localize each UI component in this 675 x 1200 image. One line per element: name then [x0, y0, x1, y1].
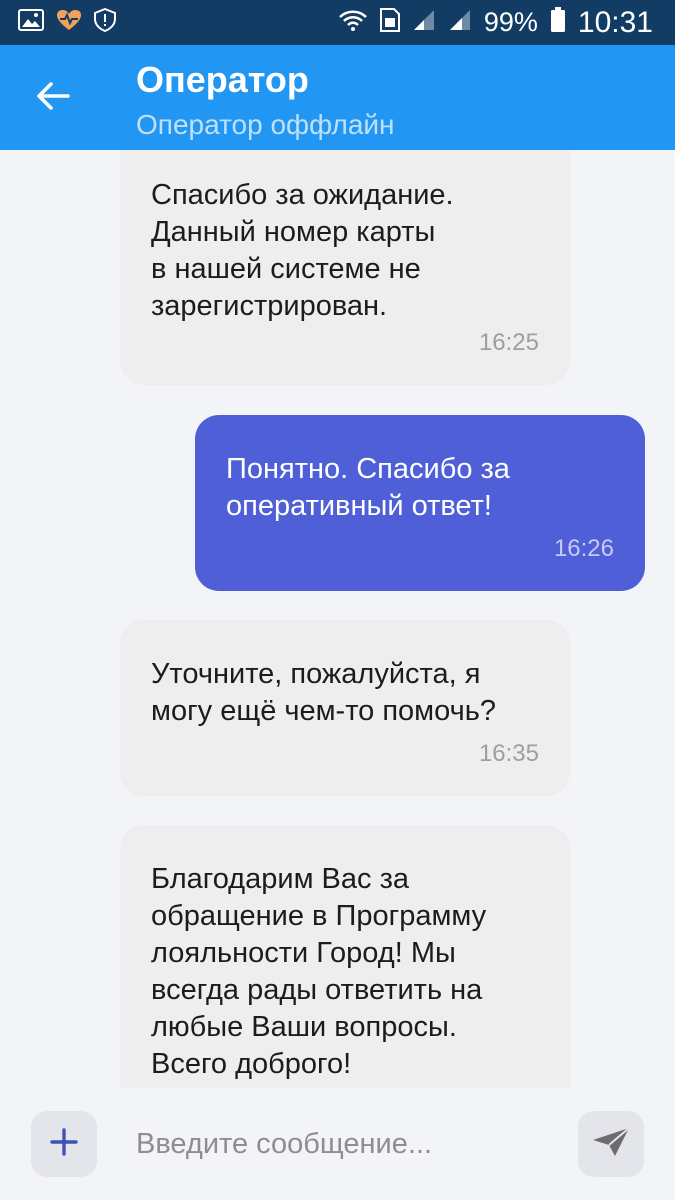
plus-icon: [50, 1127, 78, 1161]
composer-bar: [0, 1088, 675, 1200]
app-bar: Оператор Оператор оффлайн: [0, 45, 675, 150]
arrow-left-icon: [36, 81, 70, 116]
message-bubble-incoming: Благодарим Вас за обращение в Программу …: [120, 825, 570, 1088]
message-text: Уточните, пожалуйста, я могу ещё чем-то …: [151, 658, 496, 727]
sim-icon: [379, 8, 400, 37]
message-bubble-outgoing: Понятно. Спасибо за оперативный ответ! 1…: [195, 415, 645, 591]
chat-status: Оператор оффлайн: [136, 109, 395, 140]
message-bubble-incoming: Уточните, пожалуйста, я могу ещё чем-то …: [120, 620, 570, 796]
shield-icon: [94, 7, 116, 37]
signal-icon: [448, 8, 472, 37]
attach-button[interactable]: [31, 1111, 97, 1177]
message-bubble-incoming: Спасибо за ожидание. Данный номер карты …: [120, 150, 570, 385]
send-icon: [591, 1126, 631, 1163]
message-input[interactable]: [136, 1119, 556, 1169]
battery-icon: [550, 7, 566, 38]
message-text: Благодарим Вас за обращение в Программу …: [151, 863, 487, 1080]
signal-icon: [412, 8, 436, 37]
message-text: Понятно. Спасибо за оперативный ответ!: [226, 453, 510, 522]
message-text: Спасибо за ожидание. Данный номер карты …: [151, 179, 454, 322]
wifi-icon: [338, 8, 368, 37]
battery-percent: 99%: [483, 7, 538, 37]
back-button[interactable]: [28, 73, 78, 123]
message-time: 16:25: [478, 329, 539, 356]
status-bar: 99% 10:31: [0, 0, 675, 45]
clock: 10:31: [577, 5, 653, 39]
message-time: 16:35: [478, 740, 539, 767]
image-icon: [18, 9, 44, 36]
send-button[interactable]: [578, 1111, 644, 1177]
message-list[interactable]: Спасибо за ожидание. Данный номер карты …: [0, 150, 675, 1088]
heartbeat-icon: [56, 9, 82, 36]
chat-title: Оператор: [136, 59, 309, 100]
message-time: 16:26: [553, 535, 614, 562]
